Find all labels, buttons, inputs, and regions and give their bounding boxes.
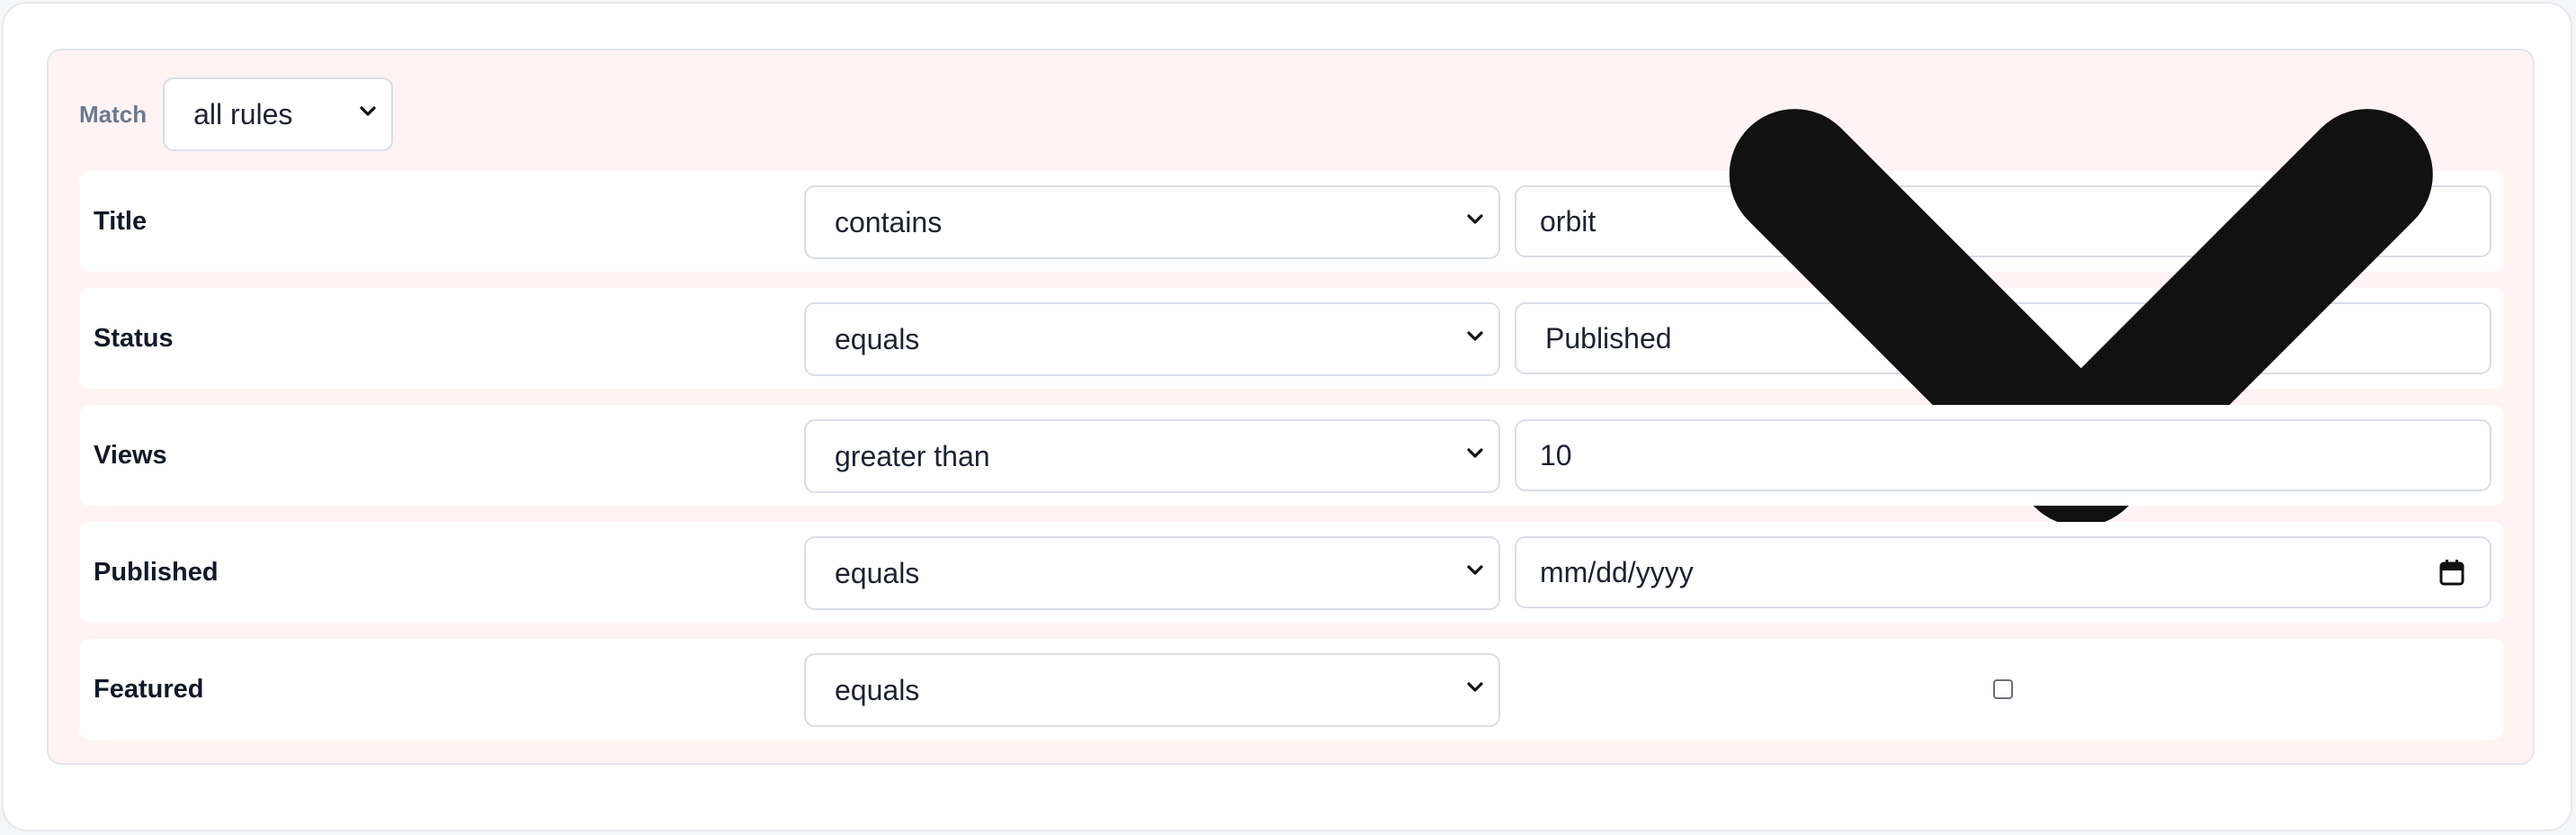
- value-date-input[interactable]: mm/dd/yyyy: [1515, 536, 2491, 608]
- chevron-down-icon: [1467, 331, 1483, 341]
- calendar-icon[interactable]: [2439, 559, 2464, 586]
- match-select-value: all rules: [193, 97, 293, 130]
- value-select-value: Published: [1545, 321, 1672, 355]
- rule-row-status: Status equals Published: [79, 109, 2504, 527]
- field-label: Published: [94, 558, 219, 587]
- operator-select[interactable]: equals: [804, 302, 1500, 376]
- match-select[interactable]: all rules: [163, 77, 394, 151]
- page-container: Match all rules Title contains orbit Sta…: [2, 2, 2572, 831]
- field-label: Title: [94, 207, 148, 236]
- rule-row-published: Published equals mm/dd/yyyy: [79, 522, 2504, 623]
- chevron-down-icon: [1467, 682, 1483, 692]
- operator-value: equals: [835, 556, 920, 589]
- operator-value: greater than: [835, 439, 990, 472]
- operator-select[interactable]: contains: [804, 185, 1500, 259]
- field-label: Views: [94, 441, 167, 470]
- operator-value: contains: [835, 205, 943, 238]
- operator-select[interactable]: equals: [804, 653, 1500, 727]
- field-label: Status: [94, 324, 174, 353]
- value-text: orbit: [1540, 204, 1597, 238]
- value-select[interactable]: Published: [1515, 109, 2491, 527]
- operator-value: equals: [835, 322, 920, 355]
- value-checkbox-wrap: [1515, 653, 2491, 725]
- rule-row-featured: Featured equals: [79, 639, 2504, 740]
- chevron-down-icon: [360, 106, 376, 116]
- field-label: Featured: [94, 675, 204, 704]
- value-number-input[interactable]: 10: [1515, 419, 2491, 491]
- value-number: 10: [1540, 438, 1572, 471]
- rule-group: Match all rules Title contains orbit Sta…: [47, 49, 2535, 765]
- featured-checkbox[interactable]: [1993, 679, 2013, 699]
- chevron-down-icon: [1467, 448, 1483, 458]
- chevron-down-icon: [1729, 109, 2433, 527]
- rule-row-views: Views greater than 10: [79, 405, 2504, 506]
- date-placeholder: mm/dd/yyyy: [1540, 555, 1694, 588]
- chevron-down-icon: [1467, 214, 1483, 224]
- match-row: Match all rules: [79, 77, 394, 151]
- chevron-down-icon: [1467, 565, 1483, 575]
- operator-select[interactable]: greater than: [804, 419, 1500, 493]
- match-label: Match: [79, 100, 148, 128]
- operator-value: equals: [835, 673, 920, 706]
- operator-select[interactable]: equals: [804, 536, 1500, 610]
